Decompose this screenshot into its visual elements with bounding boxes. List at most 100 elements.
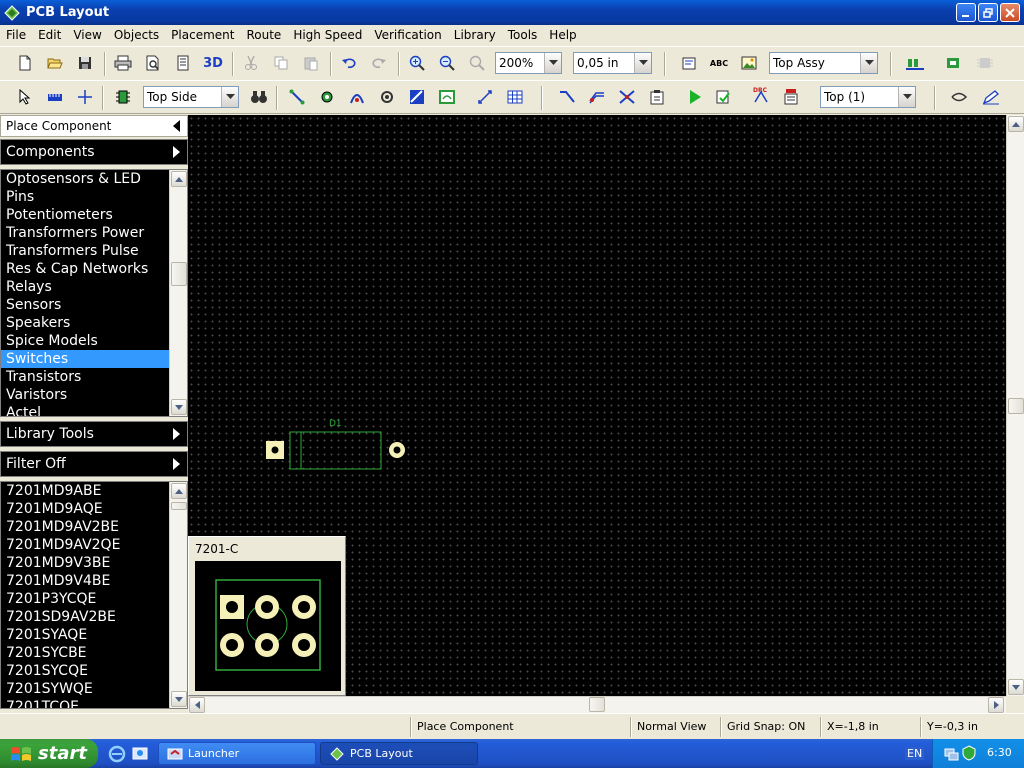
security-shield-icon[interactable]: [961, 745, 977, 761]
board-outline-button[interactable]: [436, 86, 458, 108]
undo-button[interactable]: [338, 52, 360, 74]
minimize-button[interactable]: [956, 3, 976, 22]
canvas-horizontal-scrollbar[interactable]: [188, 696, 1006, 713]
menu-tools[interactable]: Tools: [502, 28, 544, 42]
drc-report-button[interactable]: [780, 86, 802, 108]
report-button[interactable]: [172, 52, 194, 74]
place-component-tool-button[interactable]: [112, 86, 134, 108]
category-item[interactable]: Pins: [1, 188, 169, 206]
grid-select[interactable]: 0,05 in: [573, 52, 652, 74]
part-item[interactable]: 7201SD9AV2BE: [1, 608, 169, 626]
menu-library[interactable]: Library: [448, 28, 502, 42]
place-arc-button[interactable]: [346, 86, 368, 108]
unroute-button[interactable]: [616, 86, 638, 108]
swap-button[interactable]: [948, 86, 970, 108]
route-multi-button[interactable]: [586, 86, 608, 108]
scroll-left-button[interactable]: [189, 697, 205, 713]
restore-button[interactable]: [978, 3, 998, 22]
dimension-button[interactable]: [474, 86, 496, 108]
crosshair-tool-button[interactable]: [74, 86, 96, 108]
category-item[interactable]: Sensors: [1, 296, 169, 314]
spell-check-button[interactable]: ABC: [708, 52, 730, 74]
scroll-up-button[interactable]: [1008, 116, 1024, 132]
component-footprint[interactable]: [264, 420, 409, 480]
zoom-fit-button[interactable]: [466, 52, 488, 74]
category-item[interactable]: Speakers: [1, 314, 169, 332]
category-item[interactable]: Actel: [1, 404, 169, 416]
menu-edit[interactable]: Edit: [32, 28, 67, 42]
part-item[interactable]: 7201MD9AQE: [1, 500, 169, 518]
board-side-select[interactable]: Top Side: [143, 86, 239, 108]
edit-properties-button[interactable]: [980, 86, 1002, 108]
scroll-thumb[interactable]: [171, 502, 187, 510]
part-item[interactable]: 7201SYWQE: [1, 680, 169, 698]
part-item[interactable]: 7201SYAQE: [1, 626, 169, 644]
select-tool-button[interactable]: [14, 86, 36, 108]
open-file-button[interactable]: [44, 52, 66, 74]
part-item[interactable]: 7201P3YCQE: [1, 590, 169, 608]
category-item[interactable]: Optosensors & LED: [1, 170, 169, 188]
drc-button[interactable]: DRC: [750, 86, 772, 108]
find-button[interactable]: [248, 86, 270, 108]
part-item[interactable]: 7201SYCBE: [1, 644, 169, 662]
taskbar-item-pcb-layout[interactable]: PCB Layout: [320, 742, 478, 765]
part-item[interactable]: 7201MD9V3BE: [1, 554, 169, 572]
3d-view-button[interactable]: 3D: [202, 52, 224, 74]
place-via-button[interactable]: [376, 86, 398, 108]
router-settings-button[interactable]: [646, 86, 668, 108]
part-item[interactable]: 7201MD9ABE: [1, 482, 169, 500]
library-disabled-button[interactable]: [974, 52, 996, 74]
copy-button[interactable]: [270, 52, 292, 74]
place-pad-button[interactable]: [316, 86, 338, 108]
run-button[interactable]: [684, 86, 706, 108]
close-button[interactable]: [1000, 3, 1020, 22]
part-item[interactable]: 7201MD9AV2BE: [1, 518, 169, 536]
autoroute-button[interactable]: [556, 86, 578, 108]
properties-button[interactable]: [678, 52, 700, 74]
scroll-up-button[interactable]: [171, 483, 187, 499]
menu-file[interactable]: File: [0, 28, 32, 42]
language-indicator[interactable]: EN: [905, 747, 925, 760]
image-button[interactable]: [738, 52, 760, 74]
run-check-button[interactable]: [712, 86, 734, 108]
parts-scrollbar[interactable]: [169, 482, 187, 708]
scroll-down-button[interactable]: [171, 691, 187, 707]
assembly-select[interactable]: Top Assy: [769, 52, 878, 74]
scroll-up-button[interactable]: [171, 171, 187, 187]
scroll-down-button[interactable]: [171, 399, 187, 415]
scroll-right-button[interactable]: [988, 697, 1004, 713]
part-item[interactable]: 7201MD9V4BE: [1, 572, 169, 590]
menu-placement[interactable]: Placement: [165, 28, 240, 42]
table-button[interactable]: [504, 86, 526, 108]
menu-objects[interactable]: Objects: [108, 28, 165, 42]
zoom-select[interactable]: 200%: [495, 52, 562, 74]
category-item[interactable]: Potentiometers: [1, 206, 169, 224]
print-preview-button[interactable]: [142, 52, 164, 74]
category-item[interactable]: Varistors: [1, 386, 169, 404]
filter-header[interactable]: Filter Off: [0, 451, 188, 477]
layer-select[interactable]: Top (1): [820, 86, 916, 108]
category-item[interactable]: Res & Cap Networks: [1, 260, 169, 278]
component-view-button[interactable]: [904, 52, 926, 74]
part-item[interactable]: 7201SYCQE: [1, 662, 169, 680]
network-icon[interactable]: [943, 745, 959, 761]
parts-list[interactable]: 7201MD9ABE 7201MD9AQE 7201MD9AV2BE 7201M…: [0, 481, 188, 709]
part-item[interactable]: 7201MD9AV2QE: [1, 536, 169, 554]
scroll-thumb[interactable]: [171, 262, 187, 286]
components-header[interactable]: Components: [0, 139, 188, 165]
save-button[interactable]: [74, 52, 96, 74]
cut-button[interactable]: [240, 52, 262, 74]
scroll-down-button[interactable]: [1008, 679, 1024, 695]
library-tools-header[interactable]: Library Tools: [0, 421, 188, 447]
paste-button[interactable]: [300, 52, 322, 74]
redo-button[interactable]: [368, 52, 390, 74]
show-desktop-icon[interactable]: [131, 745, 149, 763]
scroll-thumb[interactable]: [1008, 398, 1024, 414]
category-item[interactable]: Spice Models: [1, 332, 169, 350]
category-item-selected[interactable]: Switches: [1, 350, 169, 368]
menu-route[interactable]: Route: [240, 28, 287, 42]
ie-icon[interactable]: [108, 745, 126, 763]
netlist-button[interactable]: [942, 52, 964, 74]
place-component-header[interactable]: Place Component: [0, 115, 188, 137]
part-item[interactable]: 7201TCQE: [1, 698, 169, 708]
